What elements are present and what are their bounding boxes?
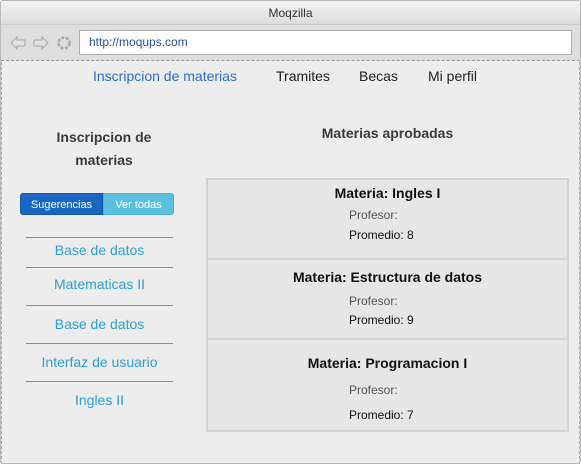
divider: [26, 381, 173, 382]
reload-icon[interactable]: [55, 34, 73, 52]
window-titlebar: Moqzilla: [1, 1, 580, 25]
approved-courses-panel: Materia: Ingles I Profesor: Promedio: 8 …: [206, 178, 569, 432]
divider: [26, 343, 173, 344]
suggestions-button[interactable]: Sugerencias: [20, 193, 103, 215]
divider: [26, 237, 173, 238]
sidebar-title: Inscripcion de materias: [56, 129, 152, 168]
suggestion-item[interactable]: Interfaz de usuario: [26, 354, 173, 370]
course-card: Materia: Programacion I Profesor: Promed…: [208, 340, 567, 430]
window-title: Moqzilla: [268, 6, 313, 20]
course-name: Materia: Estructura de datos: [292, 269, 483, 285]
course-average: Promedio: 9: [349, 313, 414, 327]
course-card: Materia: Ingles I Profesor: Promedio: 8: [208, 180, 567, 260]
back-arrow-icon[interactable]: [9, 34, 27, 52]
suggestion-item[interactable]: Base de datos: [26, 316, 173, 332]
suggestion-toggle: Sugerencias Ver todas: [20, 193, 174, 215]
course-average: Promedio: 7: [349, 408, 414, 422]
course-professor: Profesor:: [349, 208, 398, 222]
nav-link-tramites[interactable]: Tramites: [276, 68, 330, 84]
course-professor: Profesor:: [349, 383, 398, 397]
nav-link-mi-perfil[interactable]: Mi perfil: [428, 68, 477, 84]
course-name: Materia: Ingles I: [334, 185, 441, 201]
divider: [26, 267, 173, 268]
browser-toolbar: http://moqups.com: [1, 25, 580, 61]
course-average: Promedio: 8: [349, 228, 414, 242]
course-name: Materia: Programacion I: [307, 355, 468, 371]
divider: [26, 305, 173, 306]
nav-link-becas[interactable]: Becas: [359, 68, 398, 84]
forward-arrow-icon[interactable]: [32, 34, 50, 52]
suggestion-item[interactable]: Matematicas II: [26, 276, 173, 292]
suggestion-item[interactable]: Base de datos: [26, 242, 173, 258]
approved-courses-title: Materias aprobadas: [321, 125, 454, 141]
course-professor: Profesor:: [349, 294, 398, 308]
view-all-button[interactable]: Ver todas: [103, 193, 174, 215]
course-card: Materia: Estructura de datos Profesor: P…: [208, 260, 567, 340]
suggestion-item[interactable]: Ingles II: [26, 392, 173, 408]
browser-window: Moqzilla http://moqups.com Inscripcion d…: [0, 0, 581, 464]
nav-link-inscripcion[interactable]: Inscripcion de materias: [93, 68, 237, 84]
url-input[interactable]: http://moqups.com: [79, 30, 572, 55]
page-content: Inscripcion de materias Tramites Becas M…: [1, 62, 580, 463]
